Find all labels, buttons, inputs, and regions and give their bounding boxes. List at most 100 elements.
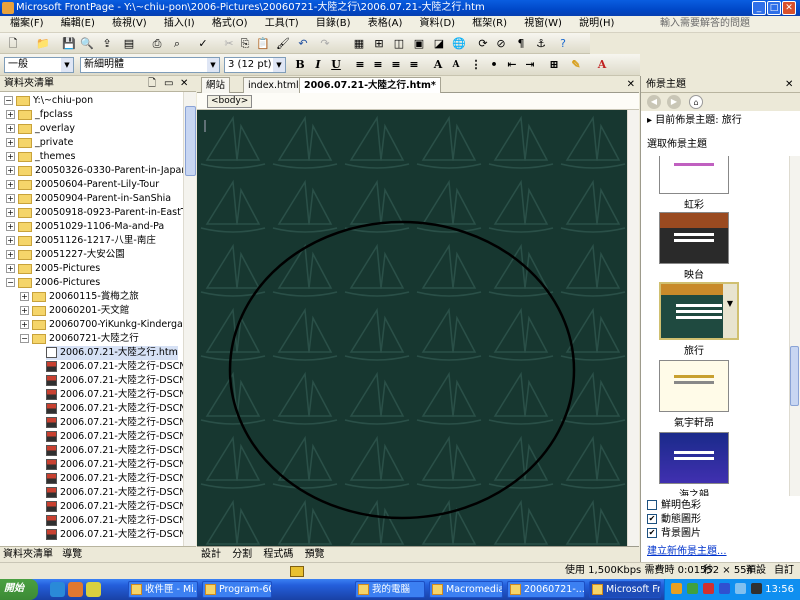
expand-icon[interactable]: + <box>6 180 15 189</box>
task-program[interactable]: Program-60... <box>202 581 272 598</box>
toggle-pane-icon[interactable]: ▤ <box>122 37 136 50</box>
expand-icon[interactable]: + <box>6 110 15 119</box>
menu-toc[interactable]: 目錄(B) <box>316 18 351 29</box>
tab-folder-list[interactable]: 資料夾清單 <box>3 549 53 560</box>
tree-item[interactable]: +20051227-大安公園 <box>6 248 125 262</box>
new-theme-link[interactable]: 建立新佈景主題... <box>647 542 727 557</box>
cut-icon[interactable]: ✂ <box>222 37 236 50</box>
tree-root[interactable]: − Y:\~chiu-pon <box>4 94 93 108</box>
theme-thumb-travel-selected[interactable]: ▼ <box>659 282 739 340</box>
align-right-icon[interactable]: ≡ <box>388 57 404 73</box>
back-icon[interactable]: ◀ <box>647 95 661 109</box>
tab-code[interactable]: 程式碼 <box>263 549 293 560</box>
spelling-icon[interactable]: ✓ <box>196 37 210 50</box>
tree-item-selected[interactable]: 2006.07.21-大陸之行.htm <box>46 346 178 360</box>
collapse-icon[interactable]: − <box>4 96 13 105</box>
insert-picture-icon[interactable]: ▣ <box>412 37 426 50</box>
insert-table-icon[interactable]: ⊞ <box>372 37 386 50</box>
tree-file[interactable]: 2006.07.21-大陸之行-DSCN40 <box>46 360 183 374</box>
theme-thumb-rainbow[interactable] <box>659 156 729 194</box>
collapse-icon[interactable]: − <box>6 278 15 287</box>
menu-view[interactable]: 檢視(V) <box>112 18 147 29</box>
tree-item[interactable]: + _overlay <box>6 122 75 136</box>
expand-icon[interactable]: + <box>6 250 15 259</box>
tree-item[interactable]: + _private <box>6 136 73 150</box>
new-folder-icon[interactable]: 🗋 <box>148 76 156 92</box>
tree-item[interactable]: − 20060721-大陸之行 <box>20 332 139 346</box>
task-macromedia[interactable]: Macromedia... <box>429 581 503 598</box>
menu-window[interactable]: 視窗(W) <box>524 18 562 29</box>
tray-icon[interactable] <box>719 583 730 594</box>
open-folder-icon[interactable]: 📁 <box>36 37 50 50</box>
help-icon[interactable]: ? <box>556 37 570 50</box>
search-web-icon[interactable]: 🔍 <box>80 37 94 50</box>
tree-item[interactable]: +20060201-天文館 <box>20 304 129 318</box>
drawing-icon[interactable]: ◪ <box>432 37 446 50</box>
menu-frames[interactable]: 框架(R) <box>472 18 507 29</box>
tree-item[interactable]: +2005-Pictures <box>6 262 100 276</box>
menu-file[interactable]: 檔案(F) <box>10 18 44 29</box>
bullets-icon[interactable]: • <box>486 57 502 73</box>
tree-item[interactable]: +20050918-0923-Parent-in-EastTaiwan <box>6 206 183 220</box>
borders-icon[interactable]: ⊞ <box>546 57 562 73</box>
tree-item[interactable]: + _fpclass <box>6 108 73 122</box>
tray-icon[interactable] <box>687 583 698 594</box>
tree-file[interactable]: 2006.07.21-大陸之行-DSCN40 <box>46 374 183 388</box>
hyperlink-icon[interactable]: 🌐 <box>452 37 466 50</box>
publish-icon[interactable]: ⇪ <box>100 37 114 50</box>
tray-icon[interactable] <box>735 583 746 594</box>
tab-preview[interactable]: 預覽 <box>305 549 325 560</box>
maximize-button[interactable]: □ <box>767 1 781 15</box>
tab-design[interactable]: 設計 <box>201 549 221 560</box>
tree-file[interactable]: 2006.07.21-大陸之行-DSCN40 <box>46 388 183 402</box>
tree-item[interactable]: +20060115-賞梅之旅 <box>20 290 139 304</box>
tray-icon[interactable] <box>671 583 682 594</box>
checkbox-animated[interactable]: ✔ <box>647 514 657 524</box>
checkbox-background[interactable]: ✔ <box>647 528 657 538</box>
folder-panel-maximize-icon[interactable]: ▭ <box>164 76 173 92</box>
italic-button[interactable]: I <box>310 57 326 73</box>
design-canvas[interactable] <box>197 110 627 546</box>
scrollbar-thumb[interactable] <box>185 106 196 176</box>
tree-item[interactable]: + _themes <box>6 150 75 164</box>
font-color-icon[interactable]: A <box>594 57 610 73</box>
expand-icon[interactable]: + <box>6 124 15 133</box>
tree-file[interactable]: 2006.07.21-大陸之行-DSCN40 <box>46 458 183 472</box>
highlight-icon[interactable]: ✎ <box>568 57 584 73</box>
tab-navigation[interactable]: 導覽 <box>62 549 82 560</box>
tree-file[interactable]: 2006.07.21-大陸之行-DSCN40 <box>46 402 183 416</box>
print-icon[interactable]: ⎙ <box>150 37 164 50</box>
tab-current-page[interactable]: 2006.07.21-大陸之行.htm* <box>299 77 441 93</box>
justify-icon[interactable]: ≡ <box>406 57 422 73</box>
tree-file[interactable]: 2006.07.21-大陸之行-DSCN40 <box>46 416 183 430</box>
redo-icon[interactable]: ↷ <box>318 37 332 50</box>
task-inbox[interactable]: 收件匣 - Mi... <box>128 581 198 598</box>
expand-icon[interactable]: + <box>6 166 15 175</box>
increase-indent-icon[interactable]: ⇥ <box>522 57 538 73</box>
format-painter-icon[interactable]: 🖌 <box>276 37 290 50</box>
close-pane-icon[interactable]: ✕ <box>785 76 793 93</box>
bookmark-icon[interactable]: ⚓ <box>534 37 548 50</box>
stop-icon[interactable]: ⊘ <box>494 37 508 50</box>
tree-file[interactable]: 2006.07.21-大陸之行-DSCN40 <box>46 444 183 458</box>
expand-icon[interactable]: + <box>6 194 15 203</box>
folder-scrollbar[interactable] <box>183 92 196 546</box>
expand-icon[interactable]: + <box>20 292 29 301</box>
expand-icon[interactable]: + <box>6 236 15 245</box>
task-frontpage[interactable]: Microsoft Fr... <box>589 581 661 598</box>
checkbox-vivid[interactable] <box>647 500 657 510</box>
minimize-button[interactable]: _ <box>752 1 766 15</box>
tree-item[interactable]: − 2006-Pictures <box>6 276 100 290</box>
tree-item[interactable]: +20060700-YiKunkg-Kindergarten-gr <box>20 318 183 332</box>
tree-file[interactable]: 2006.07.21-大陸之行-DSCN40 <box>46 486 183 500</box>
tab-split[interactable]: 分割 <box>232 549 252 560</box>
tree-item[interactable]: +20050604-Parent-Lily-Tour <box>6 178 159 192</box>
menu-help[interactable]: 說明(H) <box>579 18 614 29</box>
theme-dropdown-icon[interactable]: ▼ <box>723 284 737 338</box>
home-icon[interactable]: ⌂ <box>689 95 703 109</box>
menu-table[interactable]: 表格(A) <box>368 18 403 29</box>
style-combo[interactable]: 一般 ▼ <box>4 57 74 73</box>
decrease-indent-icon[interactable]: ⇤ <box>504 57 520 73</box>
expand-icon[interactable]: + <box>6 152 15 161</box>
increase-font-icon[interactable]: A <box>430 57 446 73</box>
